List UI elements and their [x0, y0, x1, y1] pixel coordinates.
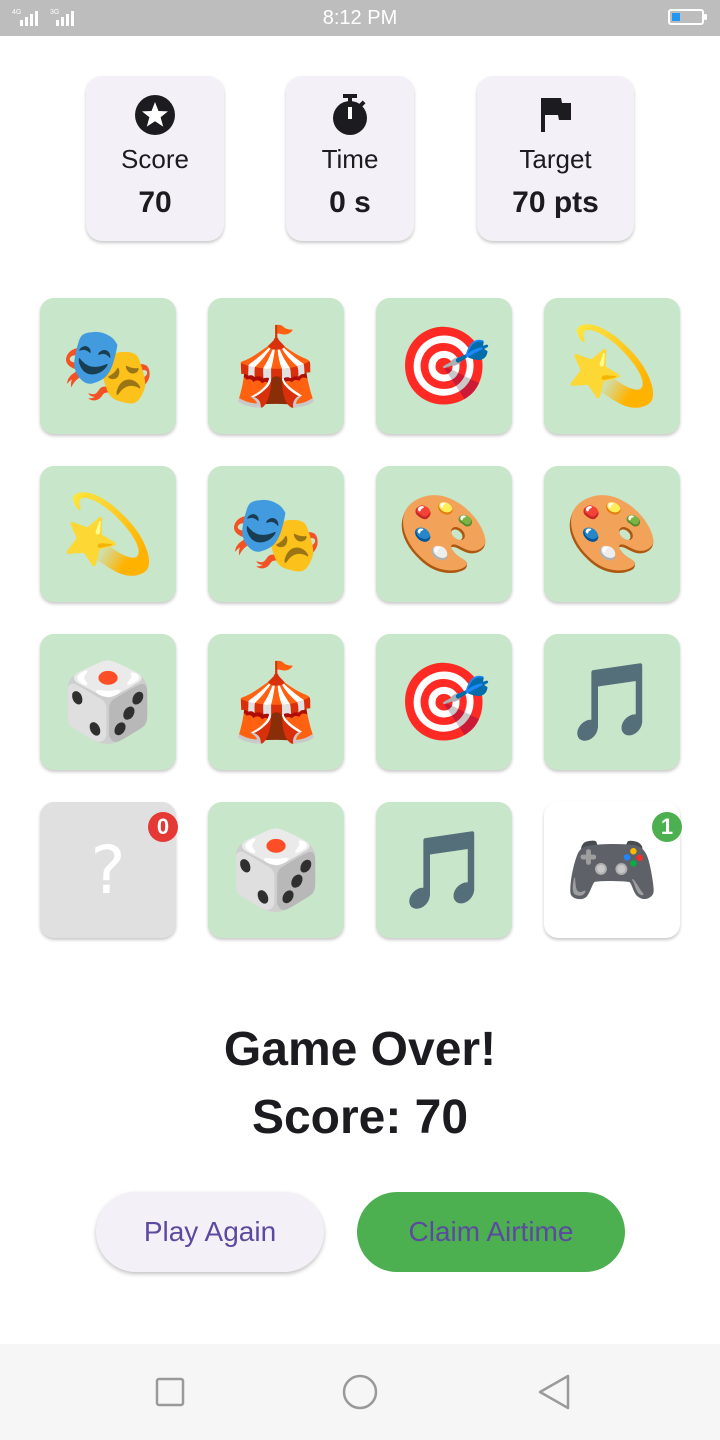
memory-tile[interactable]: 🎲 — [208, 802, 344, 938]
play-again-button[interactable]: Play Again — [96, 1192, 324, 1272]
memory-tile[interactable]: 🎭 — [208, 466, 344, 602]
game-controller-icon: 🎮 — [564, 825, 660, 914]
game-over-title: Game Over! — [223, 1023, 497, 1076]
memory-tile[interactable]: 🎯 — [376, 634, 512, 770]
memory-tile[interactable]: 🎵 — [544, 634, 680, 770]
circus-tent-icon: 🎪 — [228, 321, 324, 410]
game-die-icon: 🎲 — [60, 657, 156, 746]
memory-tile[interactable]: 🎨 — [376, 466, 512, 602]
claim-airtime-button[interactable]: Claim Airtime — [357, 1192, 625, 1272]
battery-fill — [672, 13, 680, 21]
home-icon[interactable] — [341, 1374, 379, 1410]
navigation-bar — [0, 1344, 720, 1440]
battery-icon — [668, 9, 707, 25]
dart-target-icon: 🎯 — [396, 321, 492, 410]
target-label: Target — [519, 144, 592, 174]
memory-tile[interactable]: 🎵 — [376, 802, 512, 938]
memory-tile[interactable]: 💫 — [544, 298, 680, 434]
music-note-icon: 🎵 — [564, 657, 660, 746]
recent-apps-icon[interactable] — [155, 1374, 185, 1410]
memory-tile[interactable]: 🎭 — [40, 298, 176, 434]
score-label: Score — [121, 144, 189, 174]
flip-count-badge: 0 — [148, 812, 178, 842]
memory-tile[interactable]: 🎪 — [208, 634, 344, 770]
memory-tile[interactable]: ? 0 — [40, 802, 178, 938]
sparkle-star-icon: 💫 — [564, 321, 660, 410]
game-die-icon: 🎲 — [228, 825, 324, 914]
time-card: Time 0 s — [286, 76, 414, 241]
memory-tile[interactable]: 🎨 — [544, 466, 680, 602]
artist-palette-icon: 🎨 — [564, 489, 660, 578]
question-mark-icon: ? — [90, 831, 126, 909]
flag-icon — [540, 98, 571, 132]
sparkle-star-icon: 💫 — [60, 489, 156, 578]
memory-tile[interactable]: 🎪 — [208, 298, 344, 434]
time-label: Time — [321, 144, 379, 174]
music-note-icon: 🎵 — [396, 825, 492, 914]
performing-arts-icon: 🎭 — [228, 489, 324, 578]
timer-icon — [333, 94, 367, 135]
memory-tile[interactable]: 🎲 — [40, 634, 176, 770]
star-circle-icon — [135, 95, 175, 135]
time-value: 0 s — [329, 186, 371, 219]
target-card: Target 70 pts — [477, 76, 634, 241]
circus-tent-icon: 🎪 — [228, 657, 324, 746]
final-score: Score: 70 — [251, 1091, 469, 1144]
status-time: 8:12 PM — [322, 7, 398, 29]
dart-target-icon: 🎯 — [396, 657, 492, 746]
target-value: 70 pts — [512, 186, 599, 219]
flip-count-badge: 1 — [652, 812, 682, 842]
performing-arts-icon: 🎭 — [60, 321, 156, 410]
memory-tile[interactable]: 🎮 1 — [544, 802, 682, 938]
status-bar: 4G 3G 8:12 PM — [0, 0, 720, 36]
score-card: Score 70 — [86, 76, 224, 241]
artist-palette-icon: 🎨 — [396, 489, 492, 578]
memory-tile[interactable]: 💫 — [40, 466, 176, 602]
back-icon[interactable] — [536, 1374, 572, 1410]
memory-tile[interactable]: 🎯 — [376, 298, 512, 434]
score-value: 70 — [138, 186, 172, 219]
